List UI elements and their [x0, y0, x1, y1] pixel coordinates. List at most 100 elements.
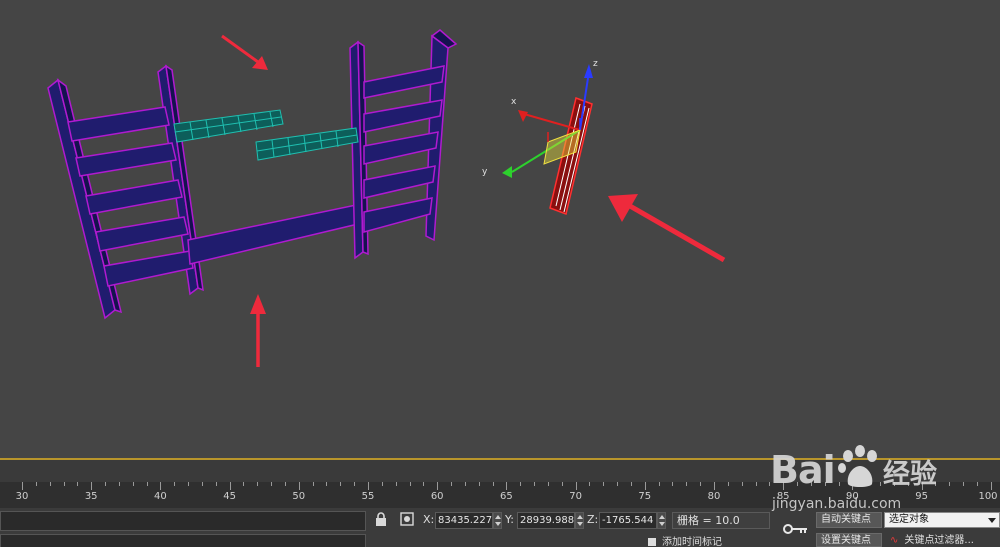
ruler-tick — [201, 482, 203, 486]
key-filters-button[interactable]: ∿ 关键点过滤器... — [890, 534, 1000, 547]
watermark-product: 经验 — [883, 459, 937, 490]
move-gizmo[interactable]: z y x — [482, 59, 598, 178]
annotation-arrow-top — [221, 34, 268, 70]
watermark-brand: Bai — [770, 448, 836, 492]
ruler-tick-label: 100 — [978, 491, 998, 502]
ruler-tick — [91, 482, 93, 490]
ruler-tick — [395, 482, 397, 486]
ruler-tick — [340, 482, 342, 486]
x-coord-label: X: — [423, 513, 435, 526]
gizmo-z-label: z — [593, 59, 598, 69]
ruler-tick-label: 55 — [361, 491, 375, 502]
ruler-tick — [534, 482, 536, 486]
ruler-tick — [630, 482, 632, 486]
ruler-tick — [63, 482, 65, 486]
ruler-tick — [368, 482, 369, 490]
curve-icon: ∿ — [890, 535, 899, 546]
mesh-shelf-2[interactable] — [255, 127, 359, 161]
perspective-viewport[interactable]: z y x — [0, 0, 1000, 458]
x-coord-input[interactable]: 83435.227 — [435, 512, 493, 529]
key-filters-label: 关键点过滤器... — [904, 535, 974, 546]
ruler-tick — [755, 482, 757, 486]
ruler-tick — [49, 482, 51, 486]
ruler-tick — [741, 482, 743, 486]
ruler-tick — [77, 482, 79, 486]
ruler-tick — [492, 482, 494, 486]
annotation-arrow-right — [608, 194, 726, 263]
ruler-tick-label: 30 — [15, 491, 29, 502]
ruler-tick — [700, 482, 702, 486]
y-coord-input[interactable]: 28939.988 — [517, 512, 575, 529]
key-icon[interactable] — [783, 521, 809, 535]
ruler-tick-label: 75 — [638, 491, 652, 502]
ruler-tick-label: 45 — [223, 491, 236, 502]
ruler-tick — [312, 482, 314, 486]
ruler-tick — [561, 482, 563, 486]
ruler-tick-label: 65 — [500, 491, 513, 502]
ruler-tick — [451, 482, 453, 486]
y-coord-spinner[interactable] — [575, 512, 584, 529]
ruler-tick — [520, 482, 522, 486]
grid-spacing-display: 栅格 = 10.0 — [672, 512, 770, 529]
ruler-tick — [963, 482, 965, 486]
right-shelf-unit[interactable] — [349, 29, 458, 260]
ruler-tick — [105, 482, 107, 486]
annotation-arrow-bottom — [250, 294, 266, 367]
ruler-tick — [22, 482, 23, 490]
ruler-tick-label: 60 — [430, 491, 444, 502]
ruler-tick — [603, 482, 605, 486]
ruler-tick — [617, 482, 619, 486]
baidu-jingyan-watermark: Bai 经验 jingyan.baidu.com — [770, 438, 950, 518]
chevron-down-icon — [988, 518, 996, 523]
maxscript-listener-field[interactable] — [0, 511, 366, 531]
ruler-tick — [271, 482, 273, 486]
ruler-tick — [118, 482, 120, 486]
ruler-tick — [132, 482, 134, 486]
ruler-tick — [326, 482, 328, 486]
z-coord-label: Z: — [587, 513, 599, 526]
ruler-tick — [354, 482, 356, 486]
ruler-tick — [575, 482, 577, 490]
ruler-tick — [381, 482, 383, 486]
mesh-shelf-1[interactable] — [173, 109, 284, 143]
add-time-tag-label: 添加时间标记 — [662, 537, 722, 547]
z-coord-input[interactable]: -1765.544 — [599, 512, 657, 529]
ruler-tick — [990, 482, 992, 490]
ruler-tick — [547, 482, 549, 486]
z-coord-spinner[interactable] — [657, 512, 666, 529]
ruler-tick — [976, 482, 978, 486]
gizmo-y-label: y — [482, 167, 488, 177]
y-coord-label: Y: — [505, 513, 514, 526]
ruler-tick — [229, 482, 231, 490]
add-time-tag-button[interactable]: 添加时间标记 — [648, 534, 770, 547]
left-shelf-unit[interactable] — [47, 64, 359, 320]
absolute-mode-icon[interactable] — [398, 512, 416, 530]
scene-canvas[interactable]: z y x — [0, 0, 1000, 458]
ruler-tick — [589, 482, 591, 486]
ruler-tick — [243, 482, 245, 486]
watermark-url: jingyan.baidu.com — [772, 496, 902, 512]
ruler-tick — [644, 482, 646, 490]
ruler-tick — [478, 482, 480, 486]
ruler-tick — [437, 482, 439, 490]
ruler-tick — [409, 482, 411, 486]
ruler-tick — [714, 482, 715, 490]
ruler-tick — [672, 482, 674, 486]
ruler-tick-label: 50 — [292, 491, 306, 502]
ruler-tick-label: 35 — [84, 491, 98, 502]
gizmo-x-label: x — [511, 97, 517, 107]
ruler-tick — [215, 482, 217, 486]
x-coord-spinner[interactable] — [493, 512, 502, 529]
ruler-tick — [423, 482, 425, 486]
time-tag-checkbox-icon — [648, 538, 656, 546]
ruler-tick — [188, 482, 190, 486]
ruler-tick-label: 80 — [707, 491, 721, 502]
ruler-tick — [464, 482, 466, 486]
ruler-tick-label: 70 — [569, 491, 582, 502]
set-key-button[interactable]: 设置关键点 — [816, 533, 882, 547]
lock-icon[interactable] — [372, 512, 390, 530]
ruler-tick — [284, 482, 286, 486]
ruler-tick — [298, 482, 300, 490]
ruler-tick — [727, 482, 729, 486]
prompt-line[interactable] — [0, 534, 366, 547]
